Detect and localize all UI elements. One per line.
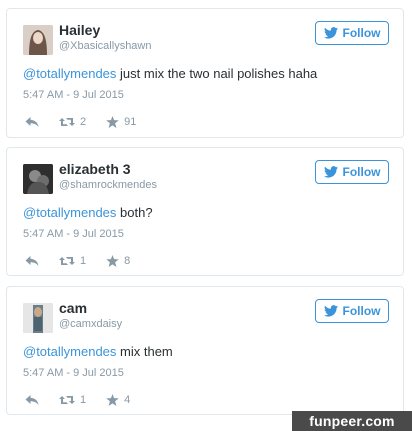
retweet-icon [59, 255, 75, 267]
timestamp[interactable]: 5:47 AM - 9 Jul 2015 [23, 89, 124, 101]
avatar[interactable] [23, 303, 53, 333]
follow-button[interactable]: Follow [315, 299, 389, 323]
tweet-text: @totallymendes mix them [23, 344, 173, 359]
tweet-body: both? [116, 205, 153, 220]
user-handle[interactable]: @camxdaisy [59, 318, 122, 330]
reply-icon [25, 116, 39, 128]
tweet-body: mix them [116, 344, 173, 359]
retweet-button[interactable]: 1 [59, 394, 86, 406]
tweet-feed: Hailey @Xbasicallyshawn Follow @totallym… [0, 0, 412, 431]
twitter-bird-icon [323, 27, 338, 39]
follow-button[interactable]: Follow [315, 160, 389, 184]
retweet-count: 1 [80, 255, 87, 267]
tweet-body: just mix the two nail polishes haha [116, 66, 318, 81]
twitter-bird-icon [323, 305, 338, 317]
favorite-count: 91 [124, 116, 137, 128]
retweet-count: 1 [80, 394, 87, 406]
timestamp[interactable]: 5:47 AM - 9 Jul 2015 [23, 367, 124, 379]
retweet-count: 2 [80, 116, 87, 128]
mention-link[interactable]: @totallymendes [23, 66, 116, 81]
display-name[interactable]: Hailey [59, 22, 100, 38]
reply-button[interactable] [25, 255, 39, 267]
retweet-button[interactable]: 1 [59, 255, 86, 267]
follow-label: Follow [342, 165, 381, 179]
favorite-count: 8 [124, 255, 131, 267]
star-icon [106, 394, 119, 406]
tweet-actions: 2 91 [25, 114, 156, 130]
avatar[interactable] [23, 25, 53, 55]
retweet-icon [59, 394, 75, 406]
watermark: funpeer.com [292, 411, 412, 431]
favorite-count: 4 [124, 394, 131, 406]
favorite-button[interactable]: 8 [106, 255, 130, 267]
timestamp[interactable]: 5:47 AM - 9 Jul 2015 [23, 228, 124, 240]
follow-label: Follow [342, 304, 381, 318]
star-icon [106, 255, 119, 267]
tweet-card: cam @camxdaisy Follow @totallymendes mix… [6, 286, 404, 415]
avatar[interactable] [23, 164, 53, 194]
display-name[interactable]: cam [59, 300, 87, 316]
tweet-text: @totallymendes both? [23, 205, 153, 220]
tweet-actions: 1 4 [25, 392, 150, 408]
star-icon [106, 116, 119, 128]
follow-label: Follow [342, 26, 381, 40]
tweet-actions: 1 8 [25, 253, 150, 269]
follow-button[interactable]: Follow [315, 21, 389, 45]
display-name[interactable]: elizabeth 3 [59, 161, 131, 177]
mention-link[interactable]: @totallymendes [23, 344, 116, 359]
retweet-button[interactable]: 2 [59, 116, 86, 128]
reply-button[interactable] [25, 116, 39, 128]
reply-icon [25, 394, 39, 406]
retweet-icon [59, 116, 75, 128]
reply-button[interactable] [25, 394, 39, 406]
favorite-button[interactable]: 91 [106, 116, 136, 128]
twitter-bird-icon [323, 166, 338, 178]
tweet-card: Hailey @Xbasicallyshawn Follow @totallym… [6, 8, 404, 138]
tweet-text: @totallymendes just mix the two nail pol… [23, 66, 317, 81]
tweet-card: elizabeth 3 @shamrockmendes Follow @tota… [6, 147, 404, 276]
reply-icon [25, 255, 39, 267]
favorite-button[interactable]: 4 [106, 394, 130, 406]
user-handle[interactable]: @shamrockmendes [59, 179, 157, 191]
user-handle[interactable]: @Xbasicallyshawn [59, 40, 152, 52]
mention-link[interactable]: @totallymendes [23, 205, 116, 220]
